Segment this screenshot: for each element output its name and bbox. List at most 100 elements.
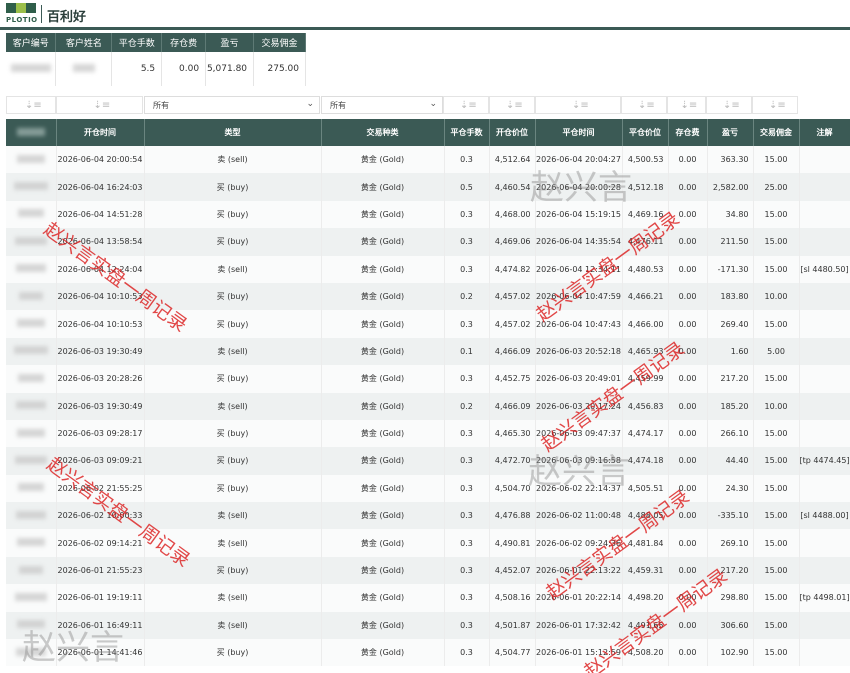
commission-cell: 15.00	[753, 228, 800, 256]
table-row[interactable]: 2026-06-01 21:55:23 买 (buy) 黄金 (Gold) 0.3 4,…	[6, 556, 850, 585]
table-row[interactable]: 2026-06-04 20:00:54 卖 (sell) 黄金 (Gold) 0.3 4…	[6, 146, 850, 174]
open-time-cell: 2026-06-04 16:24:03	[56, 173, 145, 201]
open-time-cell: 2026-06-03 09:28:17	[56, 419, 145, 448]
brand-name: 百利好	[47, 10, 87, 25]
trade-history-table: 开仓时间 类型 交易种类 平仓手数 开仓价位 平仓时间 平仓价位 存仓费 盈亏 …	[6, 119, 850, 667]
sort-commission-button[interactable]: ⇣≡	[752, 96, 798, 114]
sort-order-id-button[interactable]: ⇣≡	[6, 96, 56, 114]
header-pnl[interactable]: 盈亏	[707, 119, 754, 146]
table-row[interactable]: 2026-06-03 09:28:17 买 (buy) 黄金 (Gold) 0.3 4,…	[6, 419, 850, 448]
symbol-cell: 黄金 (Gold)	[321, 310, 445, 338]
top-bar: PLOTIO 百利好	[0, 0, 850, 30]
table-row[interactable]: 2026-06-03 09:09:21 买 (buy) 黄金 (Gold) 0.3 4,…	[6, 447, 850, 475]
header-close-price[interactable]: 平仓价位	[622, 119, 669, 146]
type-filter-select[interactable]: 所有 ⌄	[144, 96, 320, 114]
storage-cell: 0.00	[668, 392, 708, 420]
note-cell	[799, 173, 850, 201]
open-price-cell: 4,460.54	[489, 173, 536, 201]
header-commission[interactable]: 交易佣金	[753, 119, 800, 146]
symbol-cell: 黄金 (Gold)	[321, 502, 445, 530]
table-row[interactable]: 2026-06-04 10:10:53 买 (buy) 黄金 (Gold) 0.2 4,…	[6, 282, 850, 311]
open-time-cell: 2026-06-04 12:24:04	[56, 255, 145, 283]
order-id-cell	[6, 529, 57, 557]
header-symbol[interactable]: 交易种类	[321, 119, 445, 146]
sort-close-price-button[interactable]: ⇣≡	[621, 96, 667, 114]
summary-commission-value: 275.00	[253, 52, 306, 86]
open-price-cell: 4,466.09	[489, 392, 536, 420]
close-price-cell: 4,480.53	[622, 255, 669, 283]
symbol-filter-value: 所有	[330, 101, 346, 110]
table-row[interactable]: 2026-06-04 14:51:28 买 (buy) 黄金 (Gold) 0.3 4,…	[6, 200, 850, 229]
symbol-cell: 黄金 (Gold)	[321, 584, 445, 612]
lots-cell: 0.3	[444, 200, 490, 229]
table-row[interactable]: 2026-06-02 10:00:33 卖 (sell) 黄金 (Gold) 0.3 4…	[6, 502, 850, 530]
table-row[interactable]: 2026-06-03 20:28:26 买 (buy) 黄金 (Gold) 0.3 4,…	[6, 365, 850, 393]
storage-cell: 0.00	[668, 556, 708, 585]
note-cell	[799, 392, 850, 420]
note-cell	[799, 639, 850, 667]
close-price-cell: 4,508.20	[622, 639, 669, 667]
sort-icon: ⇣≡	[93, 100, 111, 111]
type-cell: 卖 (sell)	[144, 529, 322, 557]
sort-storage-button[interactable]: ⇣≡	[667, 96, 706, 114]
header-close-time[interactable]: 平仓时间	[535, 119, 623, 146]
table-row[interactable]: 2026-06-04 12:24:04 卖 (sell) 黄金 (Gold) 0.3 4…	[6, 255, 850, 283]
type-cell: 卖 (sell)	[144, 584, 322, 612]
summary-storage-value: 0.00	[161, 52, 207, 86]
close-price-cell: 4,474.17	[622, 419, 669, 448]
symbol-filter-select[interactable]: 所有 ⌄	[321, 96, 443, 114]
sort-pnl-button[interactable]: ⇣≡	[706, 96, 752, 114]
note-cell	[799, 474, 850, 503]
table-row[interactable]: 2026-06-03 19:30:49 卖 (sell) 黄金 (Gold) 0.1 4…	[6, 337, 850, 366]
table-row[interactable]: 2026-06-04 10:10:53 买 (buy) 黄金 (Gold) 0.3 4,…	[6, 310, 850, 338]
close-time-cell: 2026-06-04 12:34:11	[535, 255, 623, 283]
logo-text: PLOTIO	[6, 16, 38, 24]
note-cell	[799, 365, 850, 393]
storage-cell: 0.00	[668, 639, 708, 667]
sort-close-time-button[interactable]: ⇣≡	[535, 96, 621, 114]
table-row[interactable]: 2026-06-03 19:30:49 卖 (sell) 黄金 (Gold) 0.2 4…	[6, 392, 850, 420]
header-open-price[interactable]: 开仓价位	[489, 119, 536, 146]
sort-open-time-button[interactable]: ⇣≡	[56, 96, 143, 114]
table-row[interactable]: 2026-06-04 16:24:03 买 (buy) 黄金 (Gold) 0.5 4,…	[6, 173, 850, 201]
table-row[interactable]: 2026-06-02 21:55:25 买 (buy) 黄金 (Gold) 0.3 4,…	[6, 474, 850, 503]
lots-cell: 0.3	[444, 228, 490, 256]
close-price-cell: 4,456.83	[622, 392, 669, 420]
open-time-cell: 2026-06-03 09:09:21	[56, 447, 145, 475]
note-cell	[799, 228, 850, 256]
pnl-cell: 269.10	[707, 529, 754, 557]
open-price-cell: 4,472.70	[489, 447, 536, 475]
lots-cell: 0.3	[444, 419, 490, 448]
close-price-cell: 4,474.18	[622, 447, 669, 475]
table-row[interactable]: 2026-06-01 19:19:11 卖 (sell) 黄金 (Gold) 0.3 4…	[6, 584, 850, 612]
close-time-cell: 2026-06-03 09:16:58	[535, 447, 623, 475]
commission-cell: 15.00	[753, 200, 800, 229]
type-cell: 买 (buy)	[144, 282, 322, 311]
type-cell: 买 (buy)	[144, 173, 322, 201]
sort-open-price-button[interactable]: ⇣≡	[489, 96, 535, 114]
table-row[interactable]: 2026-06-01 14:41:46 买 (buy) 黄金 (Gold) 0.3 4,…	[6, 639, 850, 667]
open-price-cell: 4,452.75	[489, 365, 536, 393]
storage-cell: 0.00	[668, 447, 708, 475]
table-row[interactable]: 2026-06-04 13:58:54 买 (buy) 黄金 (Gold) 0.3 4,…	[6, 228, 850, 256]
pnl-cell: 102.90	[707, 639, 754, 667]
header-type[interactable]: 类型	[144, 119, 322, 146]
storage-cell: 0.00	[668, 146, 708, 174]
sort-icon: ⇣≡	[723, 100, 740, 111]
type-cell: 卖 (sell)	[144, 255, 322, 283]
plotio-logo[interactable]: PLOTIO	[6, 3, 38, 27]
sort-lots-button[interactable]: ⇣≡	[443, 96, 489, 114]
open-price-cell: 4,508.16	[489, 584, 536, 612]
commission-cell: 15.00	[753, 529, 800, 557]
header-open-time[interactable]: 开仓时间	[56, 119, 145, 146]
table-row[interactable]: 2026-06-01 16:49:11 卖 (sell) 黄金 (Gold) 0.3 4…	[6, 611, 850, 640]
pnl-cell: 1.60	[707, 337, 754, 366]
header-storage[interactable]: 存仓费	[668, 119, 708, 146]
summary-header-pnl: 盈亏	[205, 33, 255, 52]
symbol-cell: 黄金 (Gold)	[321, 365, 445, 393]
symbol-cell: 黄金 (Gold)	[321, 611, 445, 640]
table-row[interactable]: 2026-06-02 09:14:21 卖 (sell) 黄金 (Gold) 0.3 4…	[6, 529, 850, 557]
pnl-cell: 266.10	[707, 419, 754, 448]
header-lots[interactable]: 平仓手数	[444, 119, 490, 146]
type-cell: 卖 (sell)	[144, 611, 322, 640]
